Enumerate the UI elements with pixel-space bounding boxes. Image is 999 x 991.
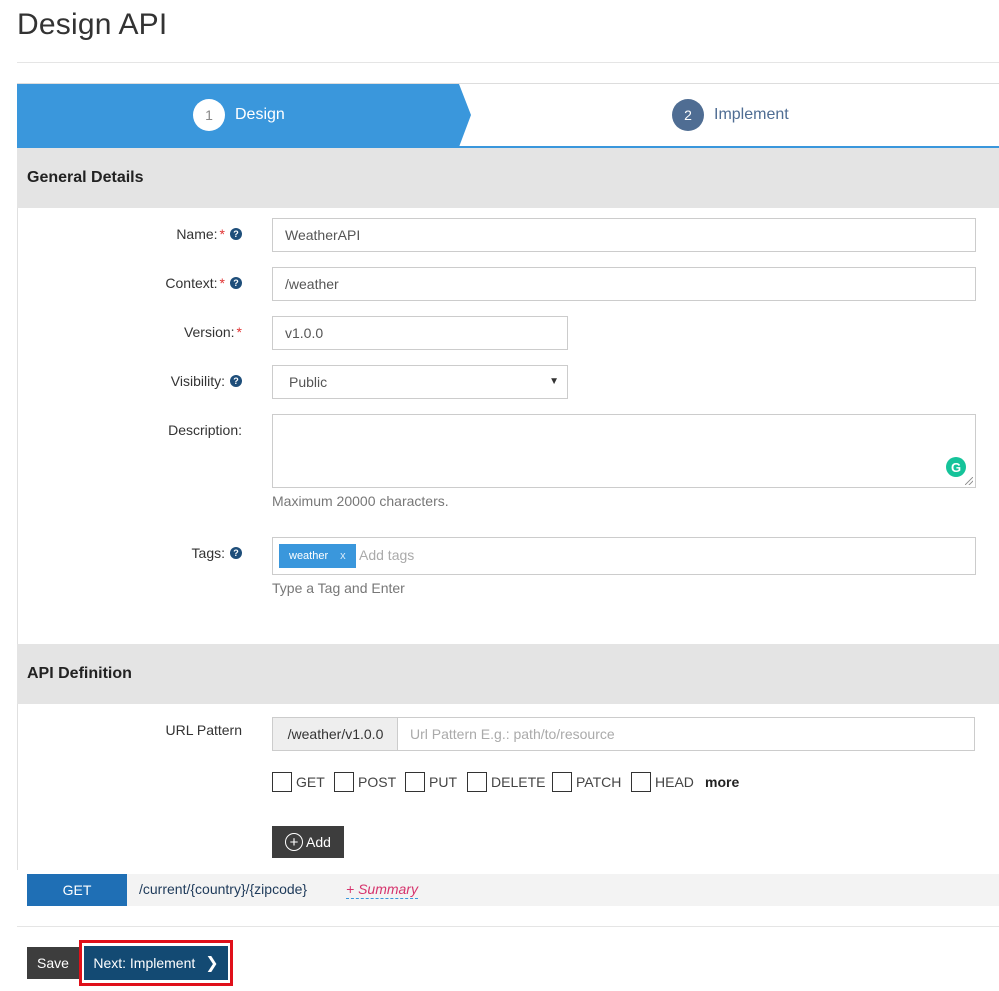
tag-chip: weather x — [279, 544, 356, 568]
url-pattern-placeholder: Url Pattern E.g.: path/to/resource — [410, 726, 615, 742]
required-marker: * — [219, 226, 225, 242]
add-resource-button[interactable]: + Add — [272, 826, 344, 858]
more-verbs-link[interactable]: more — [705, 774, 739, 790]
description-label: Description: — [168, 422, 242, 438]
description-hint: Maximum 20000 characters. — [272, 493, 449, 509]
checkbox-icon — [405, 772, 425, 792]
tags-placeholder: Add tags — [359, 547, 415, 563]
visibility-select[interactable]: Public ▼ — [272, 365, 568, 399]
url-pattern-prefix: /weather/v1.0.0 — [272, 717, 398, 751]
verb-checkbox-post[interactable]: POST — [334, 772, 396, 792]
step-label: Implement — [714, 106, 789, 123]
verb-checkbox-put[interactable]: PUT — [405, 772, 457, 792]
resource-row[interactable]: GET /current/{country}/{zipcode} + Summa… — [27, 874, 999, 906]
verb-checkbox-patch[interactable]: PATCH — [552, 772, 621, 792]
page-title: Design API — [17, 8, 168, 41]
verb-checkbox-get[interactable]: GET — [272, 772, 325, 792]
wizard-steps: 1 Design 2 Implement — [17, 83, 999, 148]
tags-hint: Type a Tag and Enter — [272, 580, 405, 596]
verb-checkbox-head[interactable]: HEAD — [631, 772, 694, 792]
required-marker: * — [236, 324, 242, 340]
description-textarea[interactable] — [272, 414, 976, 488]
api-definition-heading: API Definition — [17, 644, 999, 704]
tags-label: Tags: ? — [192, 545, 242, 561]
checkbox-icon — [272, 772, 292, 792]
help-icon[interactable]: ? — [230, 228, 242, 240]
resize-grip-icon[interactable] — [965, 477, 973, 485]
step-number: 2 — [672, 99, 704, 131]
url-pattern-label: URL Pattern — [165, 722, 242, 738]
caret-down-icon: ▼ — [549, 376, 559, 387]
help-icon[interactable]: ? — [230, 277, 242, 289]
required-marker: * — [219, 275, 225, 291]
step-label: Design — [235, 106, 285, 123]
version-input[interactable]: v1.0.0 — [272, 316, 568, 350]
plus-circle-icon: + — [285, 833, 304, 851]
chevron-right-icon: ❯ — [205, 955, 219, 972]
verb-checkbox-delete[interactable]: DELETE — [467, 772, 545, 792]
checkbox-icon — [631, 772, 651, 792]
context-input[interactable]: /weather — [272, 267, 976, 301]
checkbox-icon — [334, 772, 354, 792]
next-implement-button[interactable]: Next: Implement ❯ — [84, 946, 228, 980]
help-icon[interactable]: ? — [230, 375, 242, 387]
step-number: 1 — [193, 99, 225, 131]
actions-divider — [17, 926, 999, 927]
grammarly-icon[interactable]: G — [946, 457, 966, 477]
resource-path: /current/{country}/{zipcode} — [139, 881, 308, 897]
remove-tag-icon[interactable]: x — [340, 550, 346, 562]
checkbox-icon — [552, 772, 572, 792]
help-icon[interactable]: ? — [230, 547, 242, 559]
section-left-border — [17, 208, 18, 644]
wizard-step-implement[interactable]: 2 Implement — [672, 99, 789, 131]
section-left-border — [17, 704, 18, 870]
wizard-step-design[interactable]: 1 Design — [193, 99, 285, 131]
version-label: Version: * — [183, 324, 242, 340]
name-label: Name: * ? — [176, 226, 242, 242]
name-input[interactable]: WeatherAPI — [272, 218, 976, 252]
method-badge[interactable]: GET — [27, 874, 127, 906]
tag-chip-label: weather — [289, 550, 329, 562]
visibility-selected-value: Public — [289, 374, 328, 390]
title-divider — [17, 62, 999, 63]
active-step-arrow — [459, 84, 471, 147]
save-button[interactable]: Save — [27, 947, 79, 979]
general-details-heading: General Details — [17, 148, 999, 208]
context-label: Context: * ? — [165, 275, 242, 291]
checkbox-icon — [467, 772, 487, 792]
visibility-label: Visibility: ? — [171, 373, 242, 389]
url-pattern-input[interactable]: Url Pattern E.g.: path/to/resource — [397, 717, 975, 751]
add-summary-link[interactable]: + Summary — [346, 881, 418, 899]
